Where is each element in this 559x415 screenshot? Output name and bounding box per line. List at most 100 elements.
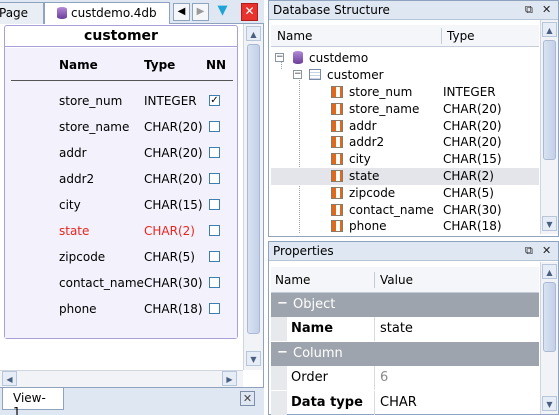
tree-node-column[interactable]: phone CHAR(18)	[271, 218, 539, 234]
collapse-icon[interactable]: −	[275, 53, 284, 62]
entity-customer[interactable]: customer Name Type NN store_num INTEGER ✓ s…	[4, 25, 238, 339]
database-icon	[293, 51, 303, 64]
tree-label: store_num	[349, 85, 413, 99]
scroll-tabs-left-button[interactable]: ◀	[173, 3, 190, 21]
not-null-checkbox[interactable]	[209, 147, 220, 158]
database-tree[interactable]: − custdemo − customer store_num INTEGER st…	[271, 48, 539, 234]
category-object[interactable]: − Object	[271, 293, 539, 317]
tab-view-1[interactable]: View-1	[2, 388, 64, 415]
not-null-checkbox[interactable]	[209, 173, 220, 184]
field-row[interactable]: state CHAR(2)	[5, 220, 237, 246]
not-null-checkbox[interactable]	[209, 225, 220, 236]
diagram-canvas[interactable]: customer Name Type NN store_num INTEGER ✓ s…	[0, 24, 243, 372]
field-type: CHAR(20)	[144, 146, 203, 160]
properties-vertical-scrollbar[interactable]: ▲ ▼	[540, 262, 558, 414]
entity-fields: Name Type NN store_num INTEGER ✓ store_name…	[5, 48, 237, 338]
not-null-checkbox[interactable]	[209, 199, 220, 210]
column-icon	[331, 119, 343, 132]
column-icon	[331, 220, 343, 233]
tree-label: custdemo	[309, 51, 369, 65]
field-row[interactable]: store_num INTEGER ✓	[5, 90, 237, 116]
collapse-icon[interactable]: −	[277, 297, 288, 310]
tree-type: CHAR(5)	[443, 185, 494, 200]
tree-type: CHAR(20)	[443, 118, 502, 133]
tree-node-column[interactable]: addr CHAR(20)	[271, 118, 539, 135]
tab-page[interactable]: Page	[0, 2, 44, 24]
scroll-up-arrow-icon[interactable]: ▲	[542, 22, 557, 37]
tree-node-column[interactable]: zipcode CHAR(5)	[271, 185, 539, 202]
tree-node-column[interactable]: addr2 CHAR(20)	[271, 134, 539, 151]
restore-icon[interactable]: ⧉	[525, 244, 533, 258]
collapse-icon[interactable]: −	[293, 70, 302, 79]
field-row[interactable]: addr2 CHAR(20)	[5, 168, 237, 194]
scroll-down-arrow-icon[interactable]: ▼	[542, 396, 557, 411]
column-icon	[331, 203, 343, 216]
scroll-up-arrow-icon[interactable]: ▲	[542, 264, 557, 279]
property-row-data-type[interactable]: Data type CHAR	[271, 391, 539, 415]
not-null-checkbox[interactable]	[209, 277, 220, 288]
field-name: city	[59, 198, 81, 212]
category-column[interactable]: − Column	[271, 342, 539, 366]
tree-label: addr	[349, 118, 377, 133]
column-icon	[331, 102, 343, 115]
property-value[interactable]: CHAR	[380, 395, 417, 410]
tree-column-header: Name Type	[271, 25, 539, 47]
close-icon[interactable]: ✕	[542, 3, 551, 16]
scroll-right-arrow-icon[interactable]: ▶	[222, 371, 237, 386]
tree-node-column[interactable]: store_name CHAR(20)	[271, 101, 539, 118]
close-tab-button[interactable]: ✕	[241, 3, 258, 21]
scroll-down-arrow-icon[interactable]: ▼	[542, 216, 557, 231]
column-header-type[interactable]: Type	[447, 29, 475, 43]
diagram-pane: Page custdemo.4db ◀ ▶ ▼ ✕ customer Name …	[0, 0, 264, 415]
scroll-left-arrow-icon[interactable]: ◀	[2, 371, 17, 386]
close-icon[interactable]: ✕	[240, 391, 255, 406]
field-type: CHAR(2)	[144, 224, 195, 238]
tab-custdemo-label: custdemo.4db	[71, 6, 157, 20]
field-row[interactable]: zipcode CHAR(5)	[5, 246, 237, 272]
field-row[interactable]: store_name CHAR(20)	[5, 116, 237, 142]
tree-node-column[interactable]: store_num INTEGER	[271, 84, 539, 101]
not-null-checkbox[interactable]	[209, 121, 220, 132]
scroll-thumb[interactable]	[247, 44, 260, 334]
scroll-up-arrow-icon[interactable]: ▲	[246, 26, 261, 41]
tree-node-table[interactable]: − customer	[271, 67, 539, 84]
property-row-order[interactable]: Order 6	[271, 366, 539, 390]
tab-custdemo[interactable]: custdemo.4db	[44, 2, 170, 25]
not-null-checkbox[interactable]	[209, 303, 220, 314]
tree-type: CHAR(30)	[443, 202, 502, 217]
field-row[interactable]: phone CHAR(18)	[5, 298, 237, 324]
property-value[interactable]: state	[380, 321, 413, 336]
tree-label: state	[349, 169, 380, 183]
tree-label: city	[349, 152, 371, 167]
column-header-name[interactable]: Name	[277, 29, 312, 43]
column-separator[interactable]	[374, 272, 375, 288]
column-separator[interactable]	[441, 28, 442, 44]
collapse-icon[interactable]: −	[277, 346, 288, 359]
tree-label: zipcode	[349, 185, 396, 200]
diagram-horizontal-scrollbar[interactable]: ◀ ▶	[0, 370, 243, 387]
column-header-value[interactable]: Value	[380, 273, 413, 287]
tree-node-column[interactable]: contact_name CHAR(30)	[271, 202, 539, 219]
tree-node-database[interactable]: − custdemo	[271, 50, 539, 67]
view-tab-bar: View-1 ✕	[0, 387, 264, 415]
property-row-name[interactable]: Name state	[271, 317, 539, 341]
not-null-checkbox[interactable]	[209, 251, 220, 262]
diagram-vertical-scrollbar[interactable]: ▲ ▼	[243, 24, 263, 370]
not-null-checkbox[interactable]: ✓	[209, 95, 220, 106]
scroll-down-arrow-icon[interactable]: ▼	[246, 351, 261, 366]
tree-node-column[interactable]: city CHAR(15)	[271, 151, 539, 168]
close-icon[interactable]: ✕	[542, 244, 551, 257]
scroll-tabs-right-button[interactable]: ▶	[192, 3, 209, 21]
field-row[interactable]: addr CHAR(20)	[5, 142, 237, 168]
restore-icon[interactable]: ⧉	[525, 3, 533, 17]
scroll-thumb[interactable]	[543, 40, 556, 160]
scroll-thumb[interactable]	[543, 282, 556, 352]
tree-node-column[interactable]: state CHAR(2)	[271, 168, 539, 185]
field-row[interactable]: contact_name CHAR(30)	[5, 272, 237, 298]
dropdown-menu-icon[interactable]: ▼	[214, 3, 231, 21]
editor-tab-bar: Page custdemo.4db ◀ ▶ ▼ ✕	[0, 0, 264, 25]
tree-vertical-scrollbar[interactable]: ▲ ▼	[540, 20, 558, 234]
column-header-name[interactable]: Name	[275, 273, 310, 287]
tree-type: CHAR(18)	[443, 219, 502, 234]
field-row[interactable]: city CHAR(15)	[5, 194, 237, 220]
